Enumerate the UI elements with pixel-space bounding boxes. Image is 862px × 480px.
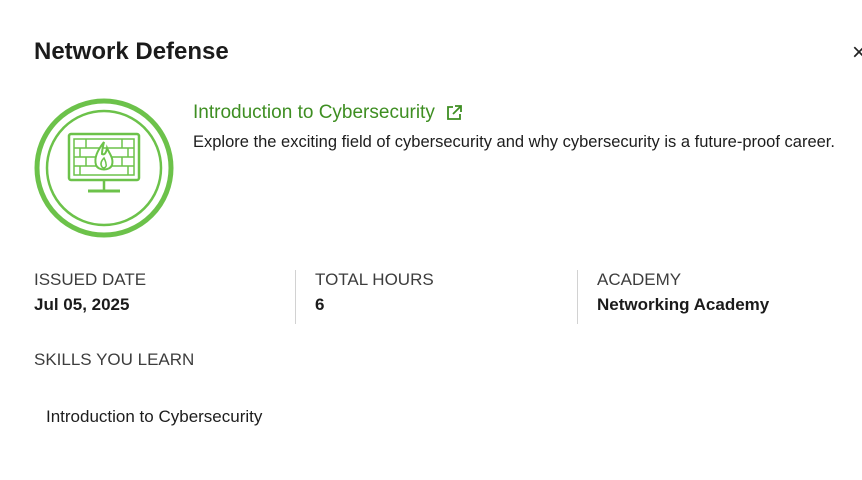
course-badge [34, 98, 174, 238]
close-button[interactable]: × [852, 38, 862, 68]
page-title: Network Defense [34, 38, 229, 65]
total-hours-value: 6 [315, 295, 325, 314]
meta-divider [295, 270, 296, 324]
skills-label: SKILLS YOU LEARN [34, 350, 195, 369]
academy-label: ACADEMY [597, 270, 682, 289]
total-hours-label: TOTAL HOURS [315, 270, 434, 289]
academy-value: Networking Academy [597, 295, 770, 314]
course-link-label: Introduction to Cybersecurity [193, 102, 435, 123]
close-icon: × [852, 39, 862, 66]
skill-item: Introduction to Cybersecurity [46, 407, 263, 426]
issued-date-block: ISSUED DATE Jul 05, 2025 [34, 268, 146, 324]
issued-date-value: Jul 05, 2025 [34, 295, 130, 314]
course-detail-panel: Network Defense × Introduction to Cybers… [0, 0, 862, 480]
issued-date-label: ISSUED DATE [34, 270, 147, 289]
course-link[interactable]: Introduction to Cybersecurity [193, 101, 463, 125]
academy-block: ACADEMY Networking Academy [597, 268, 769, 324]
external-link-icon [446, 105, 462, 120]
course-description: Explore the exciting field of cybersecur… [193, 133, 835, 151]
meta-divider [577, 270, 578, 324]
total-hours-block: TOTAL HOURS 6 [315, 268, 434, 324]
firewall-monitor-icon [34, 98, 174, 238]
